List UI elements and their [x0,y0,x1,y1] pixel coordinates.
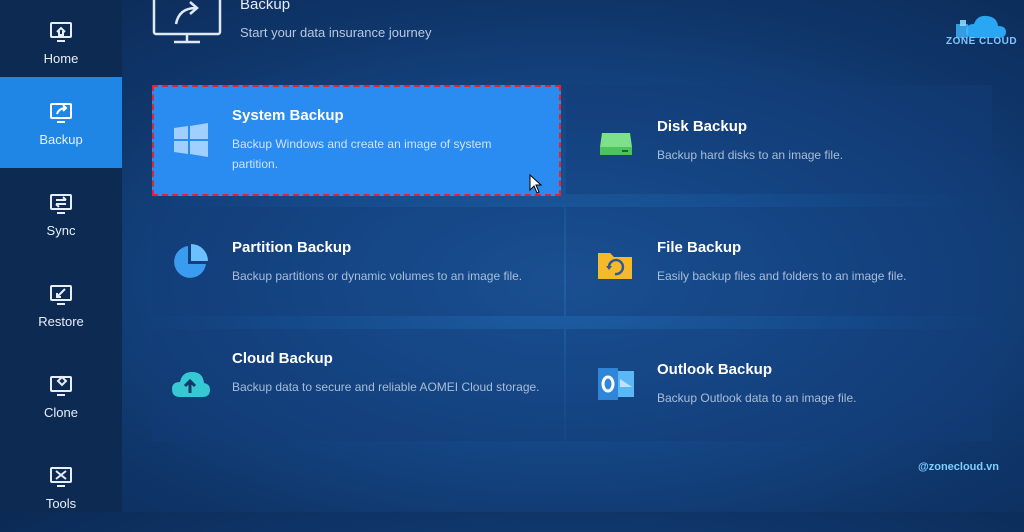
sidebar-item-clone[interactable]: Clone [0,350,122,441]
sidebar-item-label: Restore [38,314,84,329]
disk-icon [600,133,632,155]
card-description: Backup data to secure and reliable AOMEI… [232,380,540,394]
outlook-icon [598,368,634,400]
card-description: Backup Windows and create an image of sy… [232,137,492,171]
restore-icon [50,285,72,305]
sidebar-item-backup[interactable]: Backup [0,77,122,168]
backup-icon [50,103,72,123]
card-title: Outlook Backup [657,361,773,378]
card-title: Cloud Backup [232,350,333,367]
folder-icon [598,253,632,279]
watermark: @zonecloud.vn [918,461,1000,473]
card-description: Backup hard disks to an image file. [657,148,844,162]
clone-icon [50,375,72,396]
sidebar-item-sync[interactable]: Sync [0,168,122,259]
sidebar-item-label: Home [43,51,79,66]
page-subtitle: Start your data insurance journey [240,25,432,40]
sidebar-item-label: Tools [45,496,77,511]
disk-backup-card[interactable]: Disk Backup Backup hard disks to an imag… [566,85,992,194]
logo-text: ZONE CLOUD [946,36,1018,47]
windows-icon [174,123,208,157]
card-description: Backup partitions or dynamic volumes to … [232,269,523,283]
sidebar-item-label: Backup [39,132,83,147]
system-backup-card[interactable]: System Backup Backup Windows and create … [152,85,561,196]
page-title: Backup [240,0,291,13]
outlook-backup-card[interactable]: Outlook Backup Backup Outlook data to an… [566,329,992,441]
card-title: File Backup [657,239,742,256]
sidebar: Home Backup Sync Restore Clone Tools [0,0,122,512]
sidebar-item-label: Clone [44,405,78,420]
card-description: Backup Outlook data to an image file. [657,391,857,405]
sidebar-item-home[interactable]: Home [0,0,122,87]
partition-icon [174,244,208,278]
tools-icon [50,467,72,487]
backup-header-icon [152,0,222,44]
card-title: Partition Backup [232,239,352,256]
card-description: Easily backup files and folders to an im… [657,269,907,283]
cloud-upload-icon [172,372,210,397]
sidebar-item-tools[interactable]: Tools [0,441,122,532]
sidebar-item-restore[interactable]: Restore [0,259,122,350]
partition-backup-card[interactable]: Partition Backup Backup partitions or dy… [152,207,564,316]
sidebar-item-label: Sync [46,223,76,238]
sync-icon [50,194,72,214]
cloud-backup-card[interactable]: Cloud Backup Backup data to secure and r… [152,329,564,441]
card-title: Disk Backup [657,118,748,135]
home-icon [50,22,72,42]
file-backup-card[interactable]: File Backup Easily backup files and fold… [566,207,992,316]
card-title: System Backup [232,107,344,124]
mouse-cursor-icon [529,174,543,194]
